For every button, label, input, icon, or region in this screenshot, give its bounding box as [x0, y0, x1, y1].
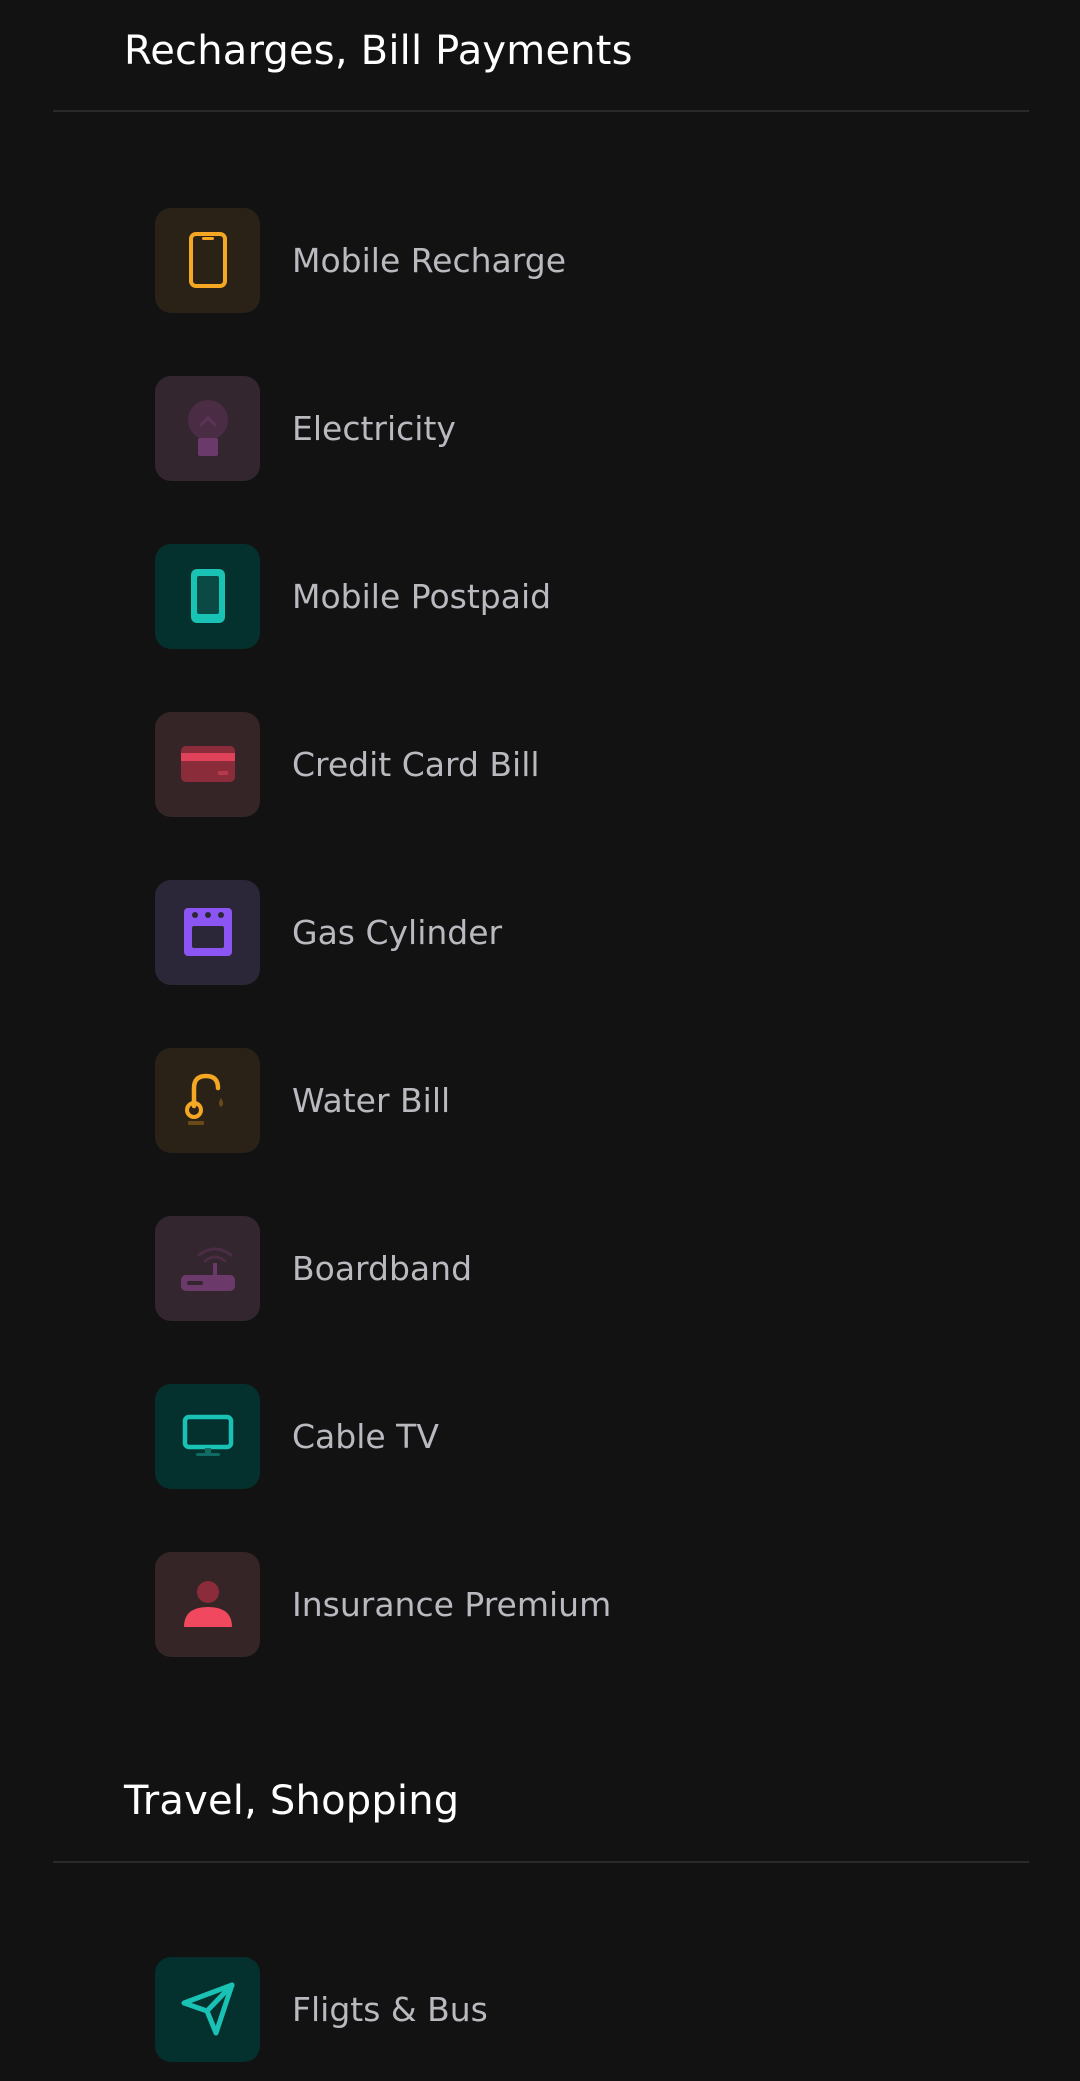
section-divider: [53, 110, 1029, 112]
list-item-label: Boardband: [292, 1248, 473, 1288]
list-item-cable-tv[interactable]: Cable TV: [155, 1383, 955, 1489]
list-item-mobile-postpaid[interactable]: Mobile Postpaid: [155, 543, 955, 649]
icon-tile: [155, 711, 260, 817]
oven-icon: [183, 908, 232, 956]
list-item-flights-bus[interactable]: Fligts & Bus: [155, 1956, 955, 2062]
list-item-label: Gas Cylinder: [292, 912, 503, 952]
list-item-label: Insurance Premium: [292, 1584, 612, 1624]
list-item-boardband[interactable]: Boardband: [155, 1215, 955, 1321]
list-item-credit-card-bill[interactable]: Credit Card Bill: [155, 711, 955, 817]
lightbulb-icon: [187, 400, 228, 456]
icon-tile: [155, 1047, 260, 1153]
section-divider: [53, 1861, 1029, 1863]
icon-tile: [155, 375, 260, 481]
list-item-label: Mobile Recharge: [292, 240, 567, 280]
send-paper-plane-icon: [181, 1982, 234, 2036]
list-item-label: Credit Card Bill: [292, 744, 540, 784]
list-item-label: Cable TV: [292, 1416, 439, 1456]
icon-tile: [155, 1956, 260, 2062]
list-item-water-bill[interactable]: Water Bill: [155, 1047, 955, 1153]
section-title: Travel, Shopping: [124, 1778, 460, 1824]
list-item-label: Fligts & Bus: [292, 1989, 488, 2029]
list-item-label: Mobile Postpaid: [292, 576, 552, 616]
section-title: Recharges, Bill Payments: [124, 28, 633, 74]
list-item-electricity[interactable]: Electricity: [155, 375, 955, 481]
icon-tile: [155, 879, 260, 985]
list-item-mobile-recharge[interactable]: Mobile Recharge: [155, 207, 955, 313]
list-item-label: Electricity: [292, 408, 456, 448]
icon-tile: [155, 543, 260, 649]
icon-tile: [155, 1215, 260, 1321]
list-item-gas-cylinder[interactable]: Gas Cylinder: [155, 879, 955, 985]
list-item-label: Water Bill: [292, 1080, 451, 1120]
person-icon: [183, 1581, 232, 1627]
icon-tile: [155, 1551, 260, 1657]
smartphone-icon: [190, 569, 225, 623]
router-wifi-icon: [180, 1247, 235, 1291]
mobile-phone-icon: [188, 232, 227, 288]
tv-monitor-icon: [182, 1414, 233, 1456]
credit-card-icon: [180, 746, 235, 782]
icon-tile: [155, 1383, 260, 1489]
faucet-icon: [184, 1073, 223, 1125]
list-item-insurance-premium[interactable]: Insurance Premium: [155, 1551, 955, 1657]
icon-tile: [155, 207, 260, 313]
